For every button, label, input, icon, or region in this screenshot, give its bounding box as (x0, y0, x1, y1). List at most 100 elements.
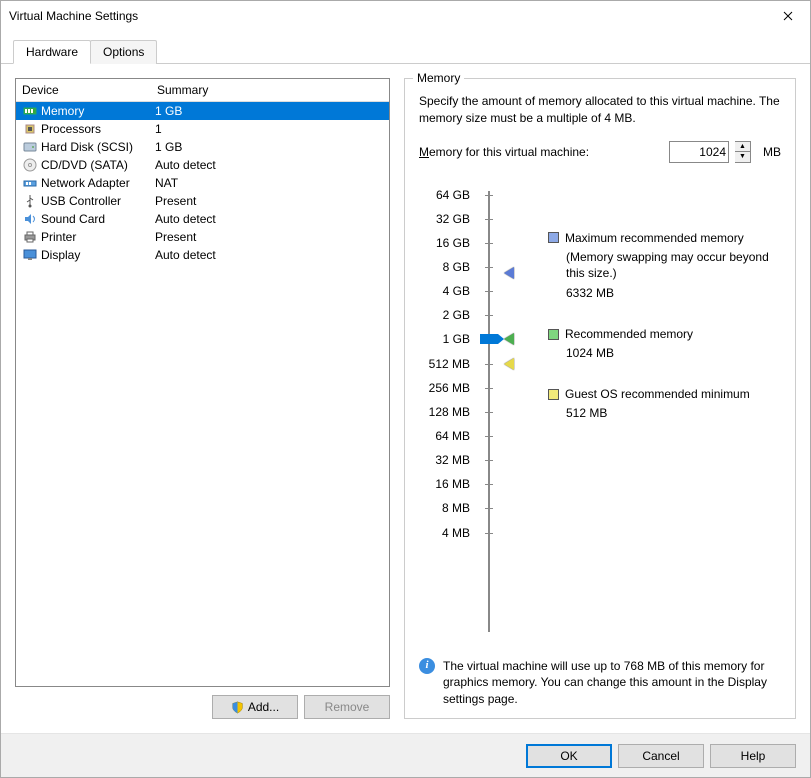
slider-thumb[interactable] (480, 334, 498, 344)
close-icon (783, 11, 793, 21)
memory-input[interactable] (669, 141, 729, 163)
tick-label: 128 MB (429, 405, 470, 419)
device-summary: 1 (151, 122, 389, 136)
tick-label: 4 MB (442, 526, 470, 540)
device-row-printer[interactable]: PrinterPresent (16, 228, 389, 246)
tick-label: 512 MB (429, 357, 470, 371)
memory-spinner[interactable]: ▲ ▼ (735, 141, 751, 163)
tick-label: 256 MB (429, 381, 470, 395)
tick-label: 4 GB (443, 284, 470, 298)
info-icon: i (419, 658, 435, 674)
device-name: Network Adapter (41, 176, 151, 190)
device-summary: Auto detect (151, 212, 389, 226)
memory-input-label: Memory for this virtual machine: (419, 145, 589, 159)
swatch-blue (548, 232, 559, 243)
memory-description: Specify the amount of memory allocated t… (419, 93, 781, 127)
legend: Maximum recommended memory (Memory swapp… (534, 183, 781, 650)
device-buttons: Add... Remove (15, 687, 390, 719)
left-panel: Device Summary Memory1 GBProcessors1Hard… (15, 78, 390, 719)
device-name: Printer (41, 230, 151, 244)
spinner-up[interactable]: ▲ (735, 142, 750, 153)
legend-min: Guest OS recommended minimum 512 MB (548, 387, 781, 421)
marker-max (504, 267, 514, 279)
ok-button[interactable]: OK (526, 744, 612, 768)
device-summary: 1 GB (151, 104, 389, 118)
remove-button: Remove (304, 695, 390, 719)
device-row-usb-controller[interactable]: USB ControllerPresent (16, 192, 389, 210)
device-row-display[interactable]: DisplayAuto detect (16, 246, 389, 264)
window-title: Virtual Machine Settings (9, 9, 765, 23)
device-summary: 1 GB (151, 140, 389, 154)
printer-icon (22, 229, 38, 245)
tick-label: 64 GB (436, 188, 470, 202)
memory-input-row: Memory for this virtual machine: ▲ ▼ MB (419, 141, 781, 163)
tick-label: 16 GB (436, 236, 470, 250)
tab-hardware[interactable]: Hardware (13, 40, 91, 64)
memory-icon (22, 103, 38, 119)
device-summary: Auto detect (151, 248, 389, 262)
tick-label: 8 GB (443, 260, 470, 274)
device-name: USB Controller (41, 194, 151, 208)
device-name: CD/DVD (SATA) (41, 158, 151, 172)
sound-icon (22, 211, 38, 227)
slider-markers (504, 183, 534, 650)
slider-tick-labels: 64 GB 32 GB 16 GB 8 GB 4 GB 2 GB 1 GB 512 MB 256… (419, 183, 474, 650)
device-row-hard-disk-scsi-[interactable]: Hard Disk (SCSI)1 GB (16, 138, 389, 156)
device-name: Display (41, 248, 151, 262)
device-row-memory[interactable]: Memory1 GB (16, 102, 389, 120)
header-summary[interactable]: Summary (151, 79, 389, 101)
memory-unit: MB (763, 145, 781, 159)
device-summary: NAT (151, 176, 389, 190)
legend-max: Maximum recommended memory (Memory swapp… (548, 231, 781, 302)
tick-label: 32 GB (436, 212, 470, 226)
memory-panel: Memory Specify the amount of memory allo… (404, 78, 796, 719)
tick-label: 8 MB (442, 501, 470, 515)
memory-slider[interactable] (474, 183, 504, 650)
settings-window: Virtual Machine Settings Hardware Option… (0, 0, 811, 778)
titlebar: Virtual Machine Settings (1, 1, 810, 31)
swatch-yellow (548, 389, 559, 400)
close-button[interactable] (765, 1, 810, 31)
memory-slider-area: 64 GB 32 GB 16 GB 8 GB 4 GB 2 GB 1 GB 512 MB 256… (419, 183, 781, 650)
tick-label: 16 MB (435, 477, 470, 491)
device-summary: Auto detect (151, 158, 389, 172)
tab-row: Hardware Options (1, 31, 810, 64)
tick-label: 64 MB (435, 429, 470, 443)
memory-group-label: Memory (413, 71, 464, 85)
device-summary: Present (151, 230, 389, 244)
hdd-icon (22, 139, 38, 155)
cd-icon (22, 157, 38, 173)
device-name: Sound Card (41, 212, 151, 226)
help-button[interactable]: Help (710, 744, 796, 768)
device-row-cd-dvd-sata-[interactable]: CD/DVD (SATA)Auto detect (16, 156, 389, 174)
device-list-header: Device Summary (16, 79, 389, 102)
cpu-icon (22, 121, 38, 137)
swatch-green (548, 329, 559, 340)
device-row-processors[interactable]: Processors1 (16, 120, 389, 138)
info-row: i The virtual machine will use up to 768… (419, 650, 781, 708)
device-name: Hard Disk (SCSI) (41, 140, 151, 154)
header-device[interactable]: Device (16, 79, 151, 101)
network-icon (22, 175, 38, 191)
device-list: Device Summary Memory1 GBProcessors1Hard… (15, 78, 390, 687)
tick-label: 32 MB (435, 453, 470, 467)
shield-icon (231, 701, 244, 714)
marker-recommended (504, 333, 514, 345)
device-row-sound-card[interactable]: Sound CardAuto detect (16, 210, 389, 228)
device-name: Memory (41, 104, 151, 118)
info-text: The virtual machine will use up to 768 M… (443, 658, 781, 708)
device-row-network-adapter[interactable]: Network AdapterNAT (16, 174, 389, 192)
add-button[interactable]: Add... (212, 695, 298, 719)
tick-label: 2 GB (443, 308, 470, 322)
spinner-down[interactable]: ▼ (735, 152, 750, 162)
cancel-button[interactable]: Cancel (618, 744, 704, 768)
tick-label: 1 GB (443, 332, 470, 346)
legend-rec: Recommended memory 1024 MB (548, 327, 781, 361)
usb-icon (22, 193, 38, 209)
content: Device Summary Memory1 GBProcessors1Hard… (1, 64, 810, 733)
marker-min (504, 358, 514, 370)
add-button-label: Add... (248, 700, 279, 714)
device-summary: Present (151, 194, 389, 208)
display-icon (22, 247, 38, 263)
tab-options[interactable]: Options (90, 40, 157, 64)
